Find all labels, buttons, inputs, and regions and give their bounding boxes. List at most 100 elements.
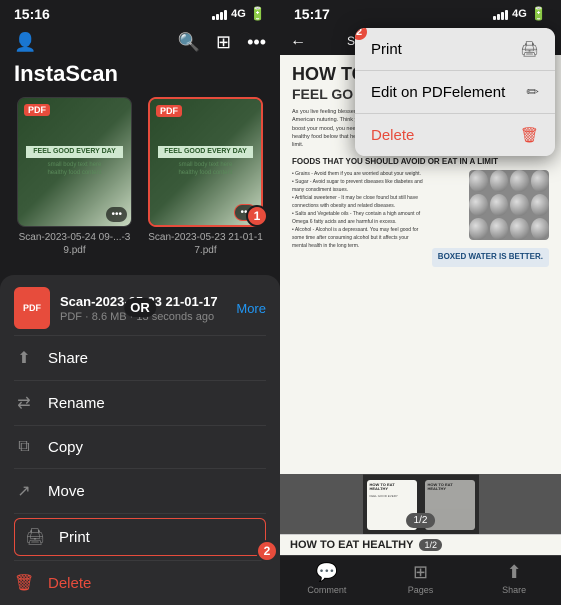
menu-item-copy[interactable]: ⧉ Copy <box>0 426 280 468</box>
dropdown-menu: Print 🖨 2 Edit on PDFelement ✏ Delete 🗑 <box>355 28 555 156</box>
right-tab-bar: 💬 Comment ⊞ Pages ⬆ Share <box>280 555 561 605</box>
bottom-title-bar: HOW TO EAT HEALTHY 1/2 <box>280 534 561 555</box>
battery-icon: 🔋 <box>250 6 266 22</box>
print-container: 🖨 Print 2 <box>0 514 280 560</box>
bottom-sheet: PDF Scan-2023-05-23 21-01-17 PDF · 8.6 M… <box>0 275 280 605</box>
rename-icon: ⇄ <box>14 393 34 413</box>
tab-pages[interactable]: ⊞ Pages <box>374 562 468 595</box>
scan-thumb-2: FEEL GOOD EVERY DAY small body text here… <box>145 97 266 257</box>
signal-type: 4G <box>231 8 246 20</box>
copy-label: Copy <box>48 439 83 456</box>
more-options-icon[interactable]: ••• <box>247 32 266 53</box>
bottom-thumbnail-strip: HOW TO EAT HEALTHY FEEL GOOD EVERY HOW T… <box>363 474 479 534</box>
pdf-badge-2: PDF <box>156 105 182 117</box>
dropdown-print-item: Print 🖨 2 <box>355 28 555 71</box>
menu-item-delete[interactable]: 🗑 Delete <box>0 561 280 605</box>
r-signal-type: 4G <box>512 8 527 20</box>
dropdown-print[interactable]: Print 🖨 <box>355 28 555 71</box>
dropdown-delete-icon: 🗑 <box>520 126 539 144</box>
thumb-body-1: small body text herehealthy food content <box>47 162 101 178</box>
dropdown-print-label: Print <box>371 41 402 58</box>
or-label: OR <box>124 298 156 317</box>
share-label: Share <box>48 350 88 367</box>
right-status-icons: 4G 🔋 <box>493 6 547 22</box>
scan-thumb-img-2[interactable]: FEEL GOOD EVERY DAY small body text here… <box>148 97 263 227</box>
badge-1: 1 <box>246 205 268 227</box>
scan-thumb-img-1[interactable]: FEEL GOOD EVERY DAY small body text here… <box>17 97 132 227</box>
sheet-pdf-icon: PDF <box>14 287 50 329</box>
bottom-doc-title: HOW TO EAT HEALTHY <box>290 539 413 551</box>
thumb-dots-1[interactable]: ••• <box>106 207 127 222</box>
lemon-10 <box>490 218 509 240</box>
lemon-11 <box>510 218 529 240</box>
dropdown-edit-icon: ✏ <box>526 83 539 101</box>
move-label: Move <box>48 483 85 500</box>
left-time: 15:16 <box>14 6 50 22</box>
search-icon[interactable]: 🔍 <box>178 32 200 53</box>
left-panel: 15:16 4G 🔋 👤 🔍 ⊞ ••• InstaScan FEEL GOOD… <box>0 0 280 605</box>
dropdown-delete[interactable]: Delete 🗑 <box>355 114 555 156</box>
lemon-8 <box>531 194 550 216</box>
pages-label: Pages <box>408 585 434 595</box>
lemon-3 <box>510 170 529 192</box>
lemon-4 <box>531 170 550 192</box>
left-status-icons: 4G 🔋 <box>212 6 266 22</box>
share-tab-icon: ⬆ <box>507 562 522 583</box>
doc-col-right: BOXED WATER IS BETTER. <box>432 170 549 270</box>
scan-thumb-1: FEEL GOOD EVERY DAY small body text here… <box>14 97 135 257</box>
signal-bars <box>212 8 227 20</box>
doc-bullets: • Grains - Avoid them if you are worried… <box>292 170 424 250</box>
lemon-12 <box>531 218 550 240</box>
doc-lemon-img <box>469 170 549 240</box>
left-top-nav: 👤 🔍 ⊞ ••• <box>0 28 280 61</box>
lemon-5 <box>469 194 488 216</box>
share-tab-label: Share <box>502 585 526 595</box>
r-battery-icon: 🔋 <box>531 6 547 22</box>
dropdown-delete-label: Delete <box>371 127 414 144</box>
thumb-title-1: FEEL GOOD EVERY DAY <box>26 146 123 158</box>
back-icon[interactable]: ← <box>290 32 306 50</box>
pages-icon: ⊞ <box>413 562 428 583</box>
thumb-body-2: small body text herehealthy food content <box>178 162 232 178</box>
lemon-1 <box>469 170 488 192</box>
scans-grid: FEEL GOOD EVERY DAY small body text here… <box>0 97 280 267</box>
thumb-title-2: FEEL GOOD EVERY DAY <box>158 146 253 158</box>
menu-item-move[interactable]: ↗ Move <box>0 469 280 513</box>
dropdown-edit[interactable]: Edit on PDFelement ✏ <box>355 71 555 114</box>
share-icon: ⬆ <box>14 348 34 368</box>
dropdown-print-icon: 🖨 <box>520 40 539 58</box>
strip-title-2: HOW TO EAT HEALTHY <box>428 483 472 493</box>
thumb-label-2: Scan-2023-05-23 21-01-17.pdf <box>148 231 263 257</box>
water-box: BOXED WATER IS BETTER. <box>432 248 549 266</box>
right-panel: 15:17 4G 🔋 ← Scan-2023-05-23 21-01-17 ••… <box>280 0 561 605</box>
right-status-bar: 15:17 4G 🔋 <box>280 0 561 28</box>
tab-share[interactable]: ⬆ Share <box>467 562 561 595</box>
lemon-6 <box>490 194 509 216</box>
lemon-grid <box>469 170 549 240</box>
tab-comment[interactable]: 💬 Comment <box>280 562 374 595</box>
menu-item-rename[interactable]: ⇄ Rename <box>0 381 280 425</box>
left-nav-right-icons: 🔍 ⊞ ••• <box>178 32 266 53</box>
badge-2: 2 <box>256 540 278 562</box>
move-icon: ↗ <box>14 481 34 501</box>
add-scan-icon[interactable]: ⊞ <box>216 32 231 53</box>
doc-section: FOODS THAT YOU SHOULD AVOID OR EAT IN A … <box>292 157 549 166</box>
bottom-page-badge: 1/2 <box>419 539 442 551</box>
sheet-more-button[interactable]: More <box>236 301 266 316</box>
right-time: 15:17 <box>294 6 330 22</box>
strip-title-1: HOW TO EAT HEALTHY <box>370 483 414 493</box>
delete-label: Delete <box>48 575 91 592</box>
pdf-badge-1: PDF <box>24 104 50 116</box>
page-indicator: 1/2 <box>406 513 436 528</box>
app-title: InstaScan <box>0 61 280 97</box>
print-icon: 🖨 <box>25 527 45 547</box>
doc-content-row: • Grains - Avoid them if you are worried… <box>292 170 549 270</box>
menu-item-share[interactable]: ⬆ Share <box>0 336 280 380</box>
r-signal-bars <box>493 8 508 20</box>
delete-icon: 🗑 <box>14 573 34 593</box>
menu-item-print[interactable]: 🖨 Print <box>14 518 266 556</box>
dropdown-edit-label: Edit on PDFelement <box>371 84 505 101</box>
left-status-bar: 15:16 4G 🔋 <box>0 0 280 28</box>
print-label: Print <box>59 529 90 546</box>
profile-icon[interactable]: 👤 <box>14 32 36 53</box>
